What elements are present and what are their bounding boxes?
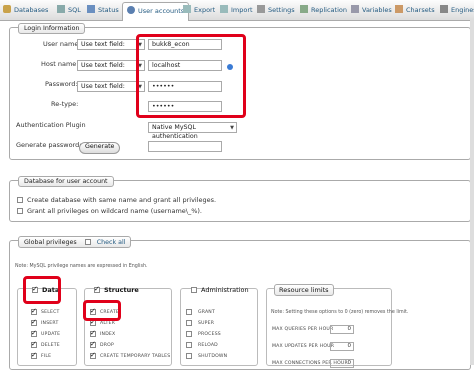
tab-engines[interactable]: Engines	[440, 2, 474, 19]
grant-checkbox[interactable]	[186, 309, 192, 315]
max-connections-input[interactable]: 0	[330, 359, 354, 368]
tab-replication[interactable]: Replication	[300, 2, 347, 19]
database-icon	[3, 5, 11, 13]
charsets-icon	[395, 5, 403, 13]
privilege-note: Note: MySQL privilege names are expresse…	[15, 264, 148, 269]
annotation-box-create	[83, 300, 121, 321]
priv-alter: ALTER	[100, 321, 115, 326]
file-checkbox[interactable]	[31, 351, 37, 359]
resource-limits-title: Resource limits	[274, 284, 334, 296]
page-scrollbar[interactable]	[470, 20, 474, 365]
check-all-checkbox[interactable]	[84, 239, 91, 245]
priv-insert: INSERT	[41, 321, 59, 326]
resource-limits-note: Note: Setting these options to 0 (zero) …	[271, 310, 409, 315]
tab-variables[interactable]: Variables	[351, 2, 392, 19]
variables-icon	[351, 5, 359, 13]
administration-title: Administration	[201, 286, 249, 294]
tab-settings[interactable]: Settings	[257, 2, 295, 19]
priv-grant: GRANT	[198, 310, 215, 315]
select-checkbox[interactable]	[31, 307, 37, 315]
annotation-box-data	[23, 276, 61, 304]
password-label: Password:	[45, 80, 78, 88]
tab-charsets[interactable]: Charsets	[395, 2, 435, 19]
administration-check-all-checkbox[interactable]	[191, 287, 197, 293]
priv-update: UPDATE	[41, 332, 61, 337]
priv-file: FILE	[41, 354, 52, 359]
structure-title: Structure	[104, 286, 139, 294]
max-updates-input[interactable]: 0	[330, 342, 354, 351]
update-checkbox[interactable]	[31, 329, 37, 337]
insert-checkbox[interactable]	[31, 318, 37, 326]
generated-password-field[interactable]	[148, 141, 222, 152]
sql-icon	[57, 5, 65, 13]
priv-drop: DROP	[100, 343, 114, 348]
auth-plugin-label: Authentication Plugin	[16, 121, 86, 129]
process-checkbox[interactable]	[186, 331, 192, 337]
priv-create-temporary-tables: CREATE TEMPORARY TABLES	[100, 354, 171, 359]
top-tab-bar: Databases SQL Status User accounts Expor…	[0, 0, 474, 21]
host-name-mode-select[interactable]: Use text field: ▼	[77, 60, 145, 71]
tab-import[interactable]: Import	[220, 2, 253, 19]
chevron-down-icon: ▼	[230, 125, 234, 131]
priv-shutdown: SHUTDOWN	[198, 354, 228, 359]
index-checkbox[interactable]	[90, 329, 96, 337]
reload-checkbox[interactable]	[186, 342, 192, 348]
super-checkbox[interactable]	[186, 320, 192, 326]
priv-process: PROCESS	[198, 332, 221, 337]
grant-wildcard-label: Grant all privileges on wildcard name (u…	[27, 207, 203, 215]
priv-index: INDEX	[100, 332, 116, 337]
generate-password-label: Generate password:	[16, 141, 82, 149]
priv-select: SELECT	[41, 310, 60, 315]
status-icon	[87, 5, 95, 13]
user-name-mode-select[interactable]: Use text field: ▼	[77, 39, 145, 50]
password-mode-select[interactable]: Use text field: ▼	[77, 81, 145, 92]
create-database-checkbox[interactable]	[17, 197, 23, 203]
database-legend: Database for user account	[18, 176, 114, 187]
grant-wildcard-checkbox[interactable]	[17, 208, 23, 214]
users-icon	[127, 6, 135, 14]
retype-label: Re-type:	[51, 100, 79, 108]
priv-reload: RELOAD	[198, 343, 218, 348]
max-queries-input[interactable]: 0	[330, 325, 354, 334]
wrench-icon	[257, 5, 265, 13]
drop-checkbox[interactable]	[90, 340, 96, 348]
structure-check-all-checkbox[interactable]	[94, 285, 100, 293]
replication-icon	[300, 5, 308, 13]
tab-databases[interactable]: Databases	[3, 2, 48, 19]
login-information-legend: Login Information	[18, 23, 86, 34]
tab-status[interactable]: Status	[87, 2, 119, 19]
generate-button[interactable]: Generate	[79, 142, 121, 154]
tab-user-accounts[interactable]: User accounts	[122, 2, 190, 21]
import-icon	[220, 5, 228, 13]
user-name-label: User name:	[43, 40, 81, 48]
shutdown-checkbox[interactable]	[186, 353, 192, 359]
check-all-link[interactable]: Check all	[97, 239, 126, 246]
export-icon	[183, 5, 191, 13]
create-temporary-tables-checkbox[interactable]	[90, 351, 96, 359]
tab-sql[interactable]: SQL	[57, 2, 81, 19]
priv-delete: DELETE	[41, 343, 60, 348]
global-privileges-legend: Global privileges Check all	[18, 236, 132, 248]
engines-icon	[440, 5, 448, 13]
delete-checkbox[interactable]	[31, 340, 37, 348]
tab-export[interactable]: Export	[183, 2, 215, 19]
host-name-label: Host name:	[41, 60, 79, 68]
max-updates-label: MAX UPDATES PER HOUR	[272, 344, 335, 349]
create-database-label: Create database with same name and grant…	[27, 196, 217, 204]
max-queries-label: MAX QUERIES PER HOUR	[272, 327, 334, 332]
priv-super: SUPER	[198, 321, 215, 326]
auth-plugin-select[interactable]: Native MySQL authentication ▼	[148, 122, 237, 140]
annotation-box-login-fields	[136, 34, 246, 118]
